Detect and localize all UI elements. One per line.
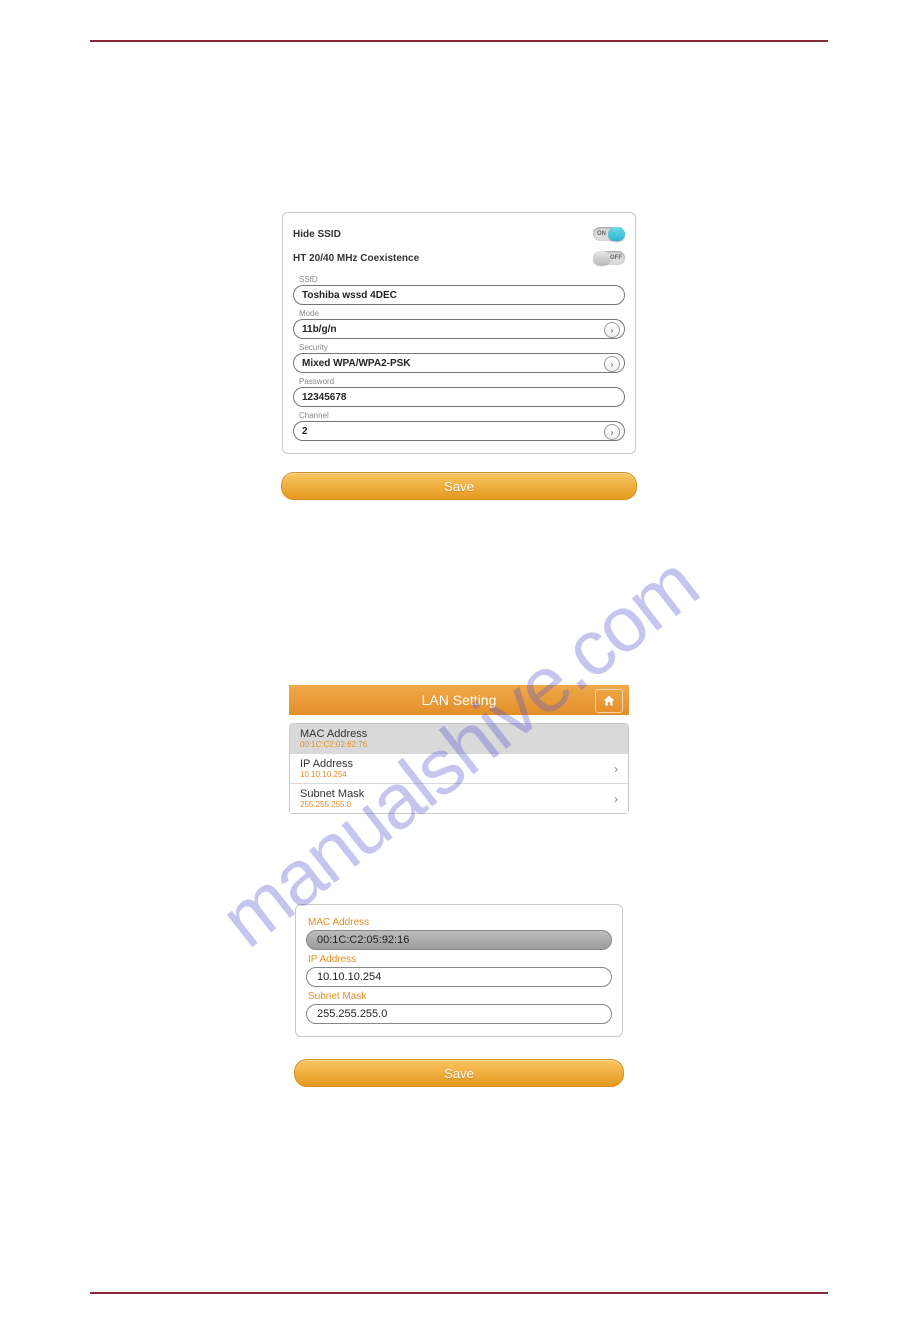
lan-row-mac: MAC Address 00:1C:C2:02:62:76 [290,724,628,754]
wifi-settings-panel: Hide SSID ON HT 20/40 MHz Coexistence OF… [282,212,636,454]
chevron-right-icon: › [604,424,620,440]
home-icon [602,694,616,708]
save-button-label: Save [444,1066,474,1081]
lan-row-value: 10.10.10.254 [300,770,618,779]
header-rule [90,40,828,42]
password-input[interactable]: 12345678 [293,387,625,407]
lan-row-ip[interactable]: IP Address 10.10.10.254 › [290,754,628,784]
channel-field-label: Channel [299,411,625,420]
chevron-right-icon: › [614,792,618,806]
save-button-label: Save [444,479,474,494]
mode-field-label: Mode [299,309,625,318]
password-value: 12345678 [302,392,347,403]
toggle-on-text: ON [597,231,606,237]
lan-list: MAC Address 00:1C:C2:02:62:76 IP Address… [289,723,629,814]
ssid-input[interactable]: Toshiba wssd 4DEC [293,285,625,305]
lan-row-subnet[interactable]: Subnet Mask 255.255.255.0 › [290,784,628,813]
ip-address-value: 10.10.10.254 [317,971,381,983]
ssid-value: Toshiba wssd 4DEC [302,290,397,301]
footer-rule [90,1292,828,1294]
hide-ssid-row: Hide SSID ON [293,223,625,247]
home-button[interactable] [595,689,623,713]
security-value: Mixed WPA/WPA2-PSK [302,358,411,369]
lan-setting-header: LAN Setting [289,685,629,715]
mac-address-value: 00:1C:C2:05:92:16 [317,934,409,946]
save-button[interactable]: Save [281,472,637,500]
mac-address-field: 00:1C:C2:05:92:16 [306,930,612,950]
ssid-field-label: SSID [299,275,625,284]
hide-ssid-label: Hide SSID [293,229,341,240]
chevron-right-icon: › [604,322,620,338]
lan-header-title: LAN Setting [422,692,497,708]
coexistence-row: HT 20/40 MHz Coexistence OFF [293,247,625,271]
lan-row-title: MAC Address [300,728,618,740]
lan-row-title: IP Address [300,758,618,770]
subnet-mask-label: Subnet Mask [308,991,612,1002]
toggle-off-text: OFF [610,255,622,261]
mode-select[interactable]: 11b/g/n › [293,319,625,339]
subnet-mask-value: 255.255.255.0 [317,1008,387,1020]
hide-ssid-toggle[interactable]: ON [593,227,625,241]
lan-row-value: 00:1C:C2:02:62:76 [300,740,618,749]
lan-row-value: 255.255.255.0 [300,800,618,809]
chevron-right-icon: › [604,356,620,372]
mode-value: 11b/g/n [302,324,336,335]
coexistence-label: HT 20/40 MHz Coexistence [293,253,419,264]
channel-select[interactable]: 2 › [293,421,625,441]
save-button[interactable]: Save [294,1059,624,1087]
mac-address-label: MAC Address [308,917,612,928]
security-select[interactable]: Mixed WPA/WPA2-PSK › [293,353,625,373]
chevron-right-icon: › [614,762,618,776]
lan-row-title: Subnet Mask [300,788,618,800]
lan-setting-block: LAN Setting MAC Address 00:1C:C2:02:62:7… [289,685,629,814]
lan-edit-panel: MAC Address 00:1C:C2:05:92:16 IP Address… [295,904,623,1037]
password-field-label: Password [299,377,625,386]
channel-value: 2 [302,426,308,437]
ip-address-input[interactable]: 10.10.10.254 [306,967,612,987]
security-field-label: Security [299,343,625,352]
ip-address-label: IP Address [308,954,612,965]
coexistence-toggle[interactable]: OFF [593,251,625,265]
subnet-mask-input[interactable]: 255.255.255.0 [306,1004,612,1024]
